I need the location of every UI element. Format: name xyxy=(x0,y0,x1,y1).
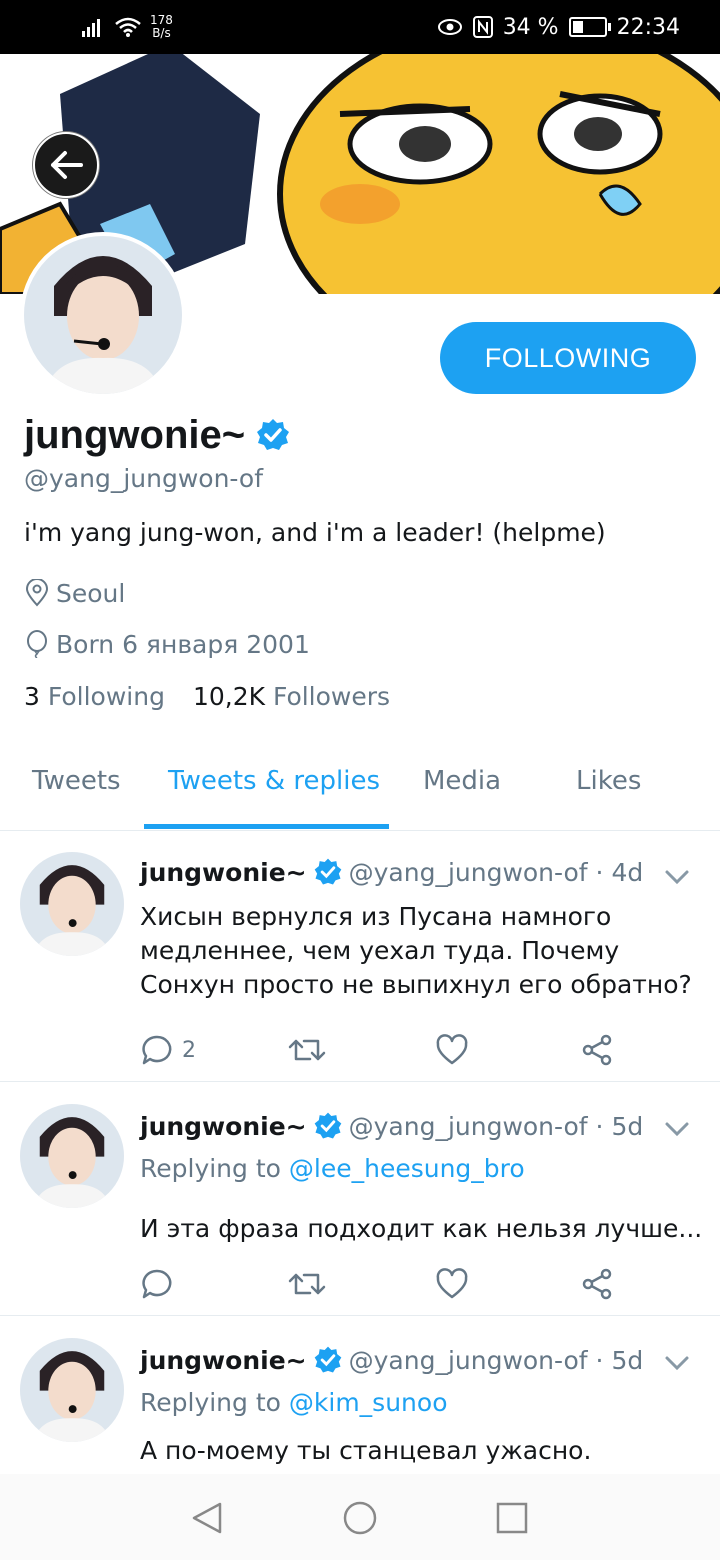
tweet-handle-time: @yang_jungwon-of · 4d xyxy=(348,857,644,887)
system-nav-bar xyxy=(0,1474,720,1560)
profile-location: Seoul xyxy=(24,575,125,611)
share-button[interactable] xyxy=(580,1264,614,1304)
nav-recents-icon[interactable] xyxy=(496,1502,528,1534)
tweet-author-name: jungwonie~ xyxy=(140,857,307,887)
verified-icon xyxy=(257,419,290,450)
avatar-image xyxy=(24,236,182,394)
tweet-header: jungwonie~ @yang_jungwon-of · 5d xyxy=(140,1108,643,1144)
status-left: 178 B/s xyxy=(82,10,173,44)
following-button[interactable]: FOLLOWING xyxy=(440,322,696,394)
chevron-down-icon[interactable] xyxy=(660,860,694,894)
tab-tweets-replies[interactable]: Tweets & replies xyxy=(168,766,380,796)
tab-likes[interactable]: Likes xyxy=(576,766,641,796)
status-bar: 178 B/s 34 % 22:34 xyxy=(0,0,720,54)
back-button[interactable] xyxy=(33,132,99,198)
tweet-avatar[interactable] xyxy=(20,852,124,956)
nav-back-icon[interactable] xyxy=(190,1500,224,1536)
clock: 22:34 xyxy=(616,14,680,40)
retweet-button[interactable] xyxy=(288,1030,326,1070)
reply-icon xyxy=(142,1035,172,1065)
profile-tabs: Tweets Tweets & replies Media Likes xyxy=(0,750,720,830)
tab-tweets[interactable]: Tweets xyxy=(32,766,121,796)
like-button[interactable] xyxy=(435,1264,469,1304)
followers-stat[interactable]: 10,2K Followers xyxy=(193,682,390,711)
profile-birthday: Born 6 января 2001 xyxy=(24,626,310,662)
mention-link[interactable]: @lee_heesung_bro xyxy=(289,1154,525,1183)
balloon-icon xyxy=(27,630,47,658)
status-right: 34 % 22:34 xyxy=(437,10,680,44)
like-icon xyxy=(436,1268,468,1299)
retweet-icon xyxy=(288,1273,326,1295)
tweet-author-name: jungwonie~ xyxy=(140,1111,307,1141)
replying-to: Replying to @lee_heesung_bro xyxy=(140,1154,525,1183)
back-arrow-icon xyxy=(51,151,83,179)
following-stat[interactable]: 3 Following xyxy=(24,682,165,711)
network-speed: 178 B/s xyxy=(150,13,173,40)
tweet-actions xyxy=(140,1264,680,1304)
tweet-text: Хисын вернулся из Пусана намного медленн… xyxy=(140,902,692,999)
replying-to: Replying to @kim_sunoo xyxy=(140,1388,448,1417)
profile-handle: @yang_jungwon-of xyxy=(24,464,264,493)
profile-name-row: jungwonie~ xyxy=(24,408,291,462)
tweet[interactable]: jungwonie~ @yang_jungwon-of · 5d Replyin… xyxy=(0,1316,720,1474)
birthday-text: Born 6 января 2001 xyxy=(56,629,310,659)
share-icon xyxy=(582,1034,612,1066)
tweet-author-name: jungwonie~ xyxy=(140,1345,307,1375)
reply-button[interactable]: 2 xyxy=(140,1030,196,1070)
tweet-handle-time: @yang_jungwon-of · 5d xyxy=(348,1111,644,1141)
retweet-icon xyxy=(288,1039,326,1061)
avatar-image xyxy=(20,1104,124,1208)
reply-button[interactable] xyxy=(140,1264,174,1304)
mention-link[interactable]: @kim_sunoo xyxy=(289,1388,448,1417)
battery-icon xyxy=(568,17,611,37)
reply-icon xyxy=(142,1269,172,1299)
profile-avatar[interactable] xyxy=(20,232,186,398)
tweet[interactable]: jungwonie~ @yang_jungwon-of · 4d Хисын в… xyxy=(0,832,720,1082)
nfc-icon xyxy=(472,16,493,38)
like-button[interactable] xyxy=(435,1030,469,1070)
verified-icon xyxy=(314,858,341,885)
location-text: Seoul xyxy=(56,578,126,608)
eye-icon xyxy=(437,19,462,35)
chevron-down-icon[interactable] xyxy=(660,1346,694,1380)
reply-count: 2 xyxy=(182,1037,196,1063)
tweet-avatar[interactable] xyxy=(20,1338,124,1442)
wifi-icon xyxy=(115,17,141,37)
tweet-text: И эта фраза подходит как нельзя лучше... xyxy=(140,1214,703,1243)
nav-home-icon[interactable] xyxy=(342,1500,378,1536)
tweet-avatar[interactable] xyxy=(20,1104,124,1208)
tweet-handle-time: @yang_jungwon-of · 5d xyxy=(348,1345,644,1375)
tweet-header: jungwonie~ @yang_jungwon-of · 5d xyxy=(140,1342,643,1378)
active-tab-indicator xyxy=(144,824,389,829)
signal-icon xyxy=(82,19,100,37)
tweet-text: А по-моему ты станцевал ужасно. xyxy=(140,1436,592,1465)
retweet-button[interactable] xyxy=(288,1264,326,1304)
battery-percent: 34 % xyxy=(502,14,559,40)
tab-media[interactable]: Media xyxy=(423,766,501,796)
chevron-down-icon[interactable] xyxy=(660,1112,694,1146)
avatar-image xyxy=(20,852,124,956)
verified-icon xyxy=(314,1346,341,1373)
tweet-actions: 2 xyxy=(140,1030,680,1070)
tweet-header: jungwonie~ @yang_jungwon-of · 4d xyxy=(140,854,643,890)
avatar-image xyxy=(20,1338,124,1442)
tweet[interactable]: jungwonie~ @yang_jungwon-of · 5d Replyin… xyxy=(0,1082,720,1315)
tabs-divider xyxy=(0,830,720,831)
like-icon xyxy=(436,1034,468,1065)
verified-icon xyxy=(314,1112,341,1139)
share-button[interactable] xyxy=(580,1030,614,1070)
profile-display-name: jungwonie~ xyxy=(24,412,246,457)
profile-bio: i'm yang jung-won, and i'm a leader! (he… xyxy=(24,518,606,547)
profile-stats: 3 Following 10,2K Followers xyxy=(24,682,390,711)
share-icon xyxy=(582,1268,612,1300)
location-icon xyxy=(25,579,49,607)
